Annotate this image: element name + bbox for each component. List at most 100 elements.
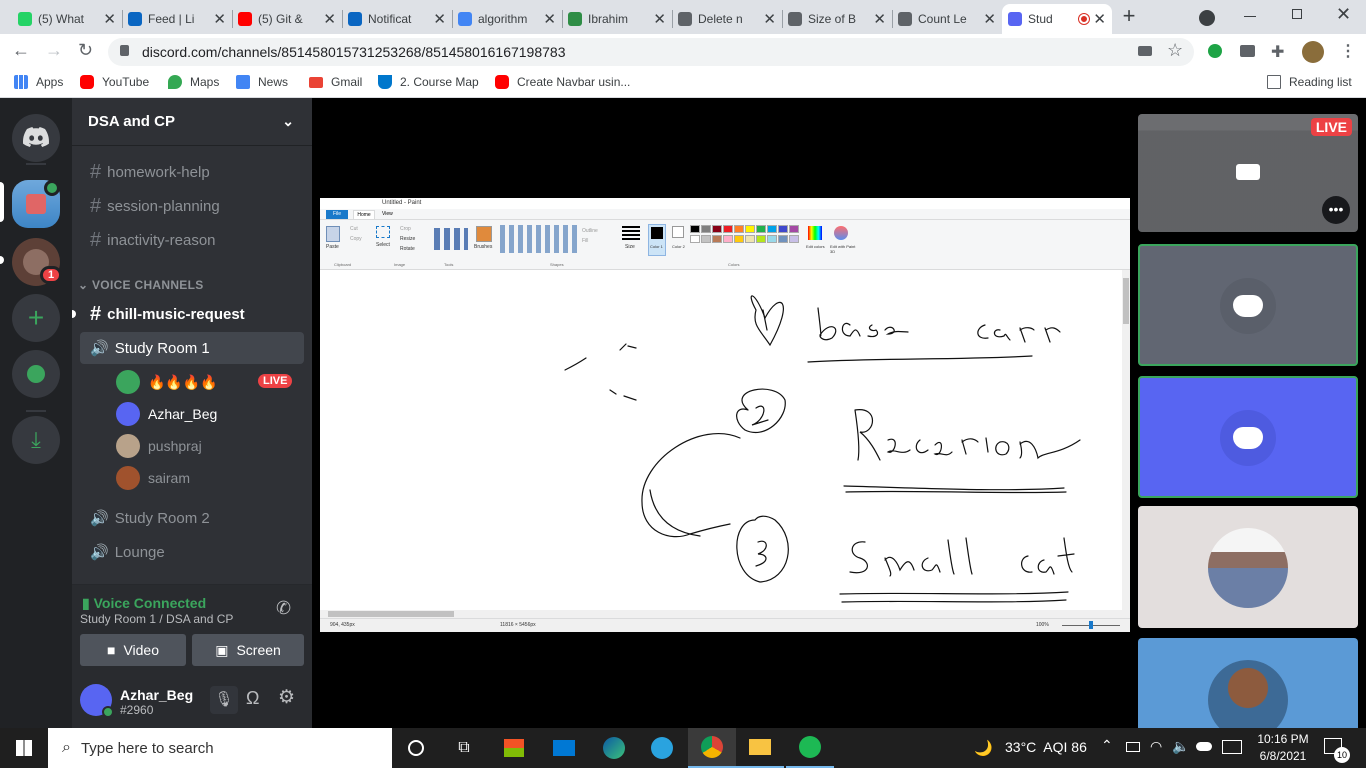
palette-swatch[interactable] bbox=[701, 225, 711, 233]
scroll-thumb[interactable] bbox=[328, 611, 454, 617]
tile-participant-discord-1[interactable] bbox=[1138, 244, 1358, 366]
reload-icon[interactable]: ↻ bbox=[78, 40, 93, 61]
size-icon[interactable] bbox=[622, 226, 640, 240]
edge-app[interactable] bbox=[590, 728, 638, 768]
browser-tab[interactable]: (5) What ✕ bbox=[12, 4, 122, 34]
mail-app[interactable] bbox=[540, 728, 588, 768]
palette-swatch[interactable] bbox=[701, 234, 711, 243]
palette-swatch[interactable] bbox=[690, 234, 700, 243]
cortana-button[interactable] bbox=[392, 728, 440, 768]
paint-file-tab[interactable]: File bbox=[326, 210, 348, 219]
close-tab-icon[interactable]: ✕ bbox=[653, 10, 666, 28]
restore-icon[interactable] bbox=[1292, 9, 1302, 19]
clock-time[interactable]: 10:16 PM bbox=[1252, 732, 1314, 746]
palette-swatch[interactable] bbox=[778, 225, 788, 233]
tile-stream-preview[interactable]: LIVE ••• bbox=[1138, 114, 1358, 232]
channel-homework-help[interactable]: # homework-help bbox=[80, 156, 304, 188]
telegram-app[interactable] bbox=[638, 728, 686, 768]
resize-label[interactable]: Resize bbox=[400, 236, 415, 242]
paste-icon[interactable] bbox=[326, 226, 340, 242]
tile-participant-pushpraj[interactable] bbox=[1138, 506, 1358, 628]
close-tab-icon[interactable]: ✕ bbox=[873, 10, 886, 28]
tab-search-icon[interactable] bbox=[1199, 10, 1215, 26]
browser-tab[interactable]: Feed | Li ✕ bbox=[122, 4, 232, 34]
tray-chevron-up-icon[interactable]: ⌃ bbox=[1101, 737, 1113, 754]
close-tab-icon[interactable]: ✕ bbox=[213, 10, 226, 28]
browser-tab[interactable]: Stud ✕ bbox=[1002, 4, 1112, 34]
disconnect-icon[interactable]: ✆ bbox=[276, 598, 291, 619]
browser-tab[interactable]: (5) Git & ✕ bbox=[232, 4, 342, 34]
paint-canvas[interactable] bbox=[320, 270, 1122, 610]
discord-home-button[interactable] bbox=[12, 114, 60, 162]
forward-icon[interactable]: → bbox=[45, 40, 63, 61]
voice-channel-study-room-1[interactable]: 🔊 Study Room 1 bbox=[80, 332, 304, 364]
download-apps-button[interactable]: ⤓ bbox=[12, 416, 60, 464]
voice-user-fire[interactable]: 🔥🔥🔥🔥 bbox=[116, 369, 218, 395]
settings-gear-icon[interactable]: ⚙ bbox=[278, 686, 295, 709]
onedrive-icon[interactable] bbox=[1196, 742, 1212, 751]
paint3d-icon[interactable] bbox=[834, 226, 848, 240]
copy-label[interactable]: Copy bbox=[350, 236, 362, 242]
zoom-slider-thumb[interactable] bbox=[1089, 621, 1093, 629]
voice-channel-study-room-2[interactable]: 🔊 Study Room 2 bbox=[80, 502, 304, 534]
close-tab-icon[interactable]: ✕ bbox=[543, 10, 556, 28]
palette-swatch[interactable] bbox=[745, 225, 755, 233]
fill-label[interactable]: Fill bbox=[582, 238, 588, 244]
color2-swatch[interactable] bbox=[672, 226, 684, 238]
close-tab-icon[interactable]: ✕ bbox=[323, 10, 336, 28]
palette-swatch[interactable] bbox=[756, 234, 766, 243]
close-tab-icon[interactable]: ✕ bbox=[433, 10, 446, 28]
select-icon[interactable] bbox=[376, 226, 390, 238]
channel-session-planning[interactable]: # session-planning bbox=[80, 190, 304, 222]
paint-home-tab[interactable]: Home bbox=[353, 210, 375, 220]
screenshot-icon[interactable] bbox=[1240, 45, 1255, 57]
palette-swatch[interactable] bbox=[756, 225, 766, 233]
volume-icon[interactable]: 🔈 bbox=[1172, 738, 1189, 755]
extensions-icon[interactable]: ✚ bbox=[1271, 42, 1284, 62]
browser-tab[interactable]: Ibrahim ✕ bbox=[562, 4, 672, 34]
server-header[interactable]: DSA and CP ⌄ bbox=[72, 98, 312, 146]
add-server-button[interactable]: + bbox=[12, 294, 60, 342]
voice-channel-lounge[interactable]: 🔊 Lounge bbox=[80, 536, 304, 568]
camera-icon[interactable] bbox=[1138, 46, 1152, 56]
minimize-icon[interactable] bbox=[1244, 16, 1256, 17]
video-button[interactable]: ■ Video bbox=[80, 634, 186, 666]
new-tab-button[interactable]: + bbox=[1118, 5, 1140, 28]
browser-tab[interactable]: Notificat ✕ bbox=[342, 4, 452, 34]
explore-servers-button[interactable] bbox=[12, 350, 60, 398]
profile-avatar[interactable] bbox=[1302, 41, 1324, 63]
star-icon[interactable]: ☆ bbox=[1167, 40, 1183, 61]
screen-share-button[interactable]: ▣ Screen bbox=[192, 634, 304, 666]
voice-user-sairam[interactable]: sairam bbox=[116, 465, 190, 491]
close-window-icon[interactable]: ✕ bbox=[1336, 4, 1351, 25]
palette-swatch[interactable] bbox=[734, 234, 744, 243]
vertical-scrollbar[interactable] bbox=[1122, 270, 1130, 610]
tools-icons[interactable] bbox=[434, 228, 468, 250]
palette-swatch[interactable] bbox=[745, 234, 755, 243]
back-icon[interactable]: ← bbox=[12, 40, 30, 61]
wifi-icon[interactable]: ◠ bbox=[1150, 738, 1162, 755]
bookmark-news[interactable]: News bbox=[236, 75, 288, 89]
battery-icon[interactable] bbox=[1126, 742, 1140, 752]
outline-label[interactable]: Outline bbox=[582, 228, 598, 234]
palette-swatch[interactable] bbox=[767, 225, 777, 233]
extension-green-icon[interactable] bbox=[1208, 44, 1222, 58]
keyboard-icon[interactable] bbox=[1222, 740, 1242, 754]
chrome-menu-icon[interactable]: ⋮ bbox=[1340, 41, 1356, 61]
palette-swatch[interactable] bbox=[767, 234, 777, 243]
channel-chill-music-request[interactable]: # chill-music-request bbox=[80, 298, 304, 330]
scroll-thumb[interactable] bbox=[1123, 278, 1129, 324]
palette-swatch[interactable] bbox=[712, 234, 722, 243]
tile-participant-discord-2[interactable] bbox=[1138, 376, 1358, 498]
browser-tab[interactable]: Count Le ✕ bbox=[892, 4, 1002, 34]
bookmark-gmail[interactable]: Gmail bbox=[309, 75, 362, 89]
paint-view-tab[interactable]: View bbox=[382, 211, 393, 217]
palette-swatch[interactable] bbox=[778, 234, 788, 243]
palette-swatch[interactable] bbox=[690, 225, 700, 233]
browser-tab[interactable]: Delete n ✕ bbox=[672, 4, 782, 34]
close-tab-icon[interactable]: ✕ bbox=[103, 10, 116, 28]
color1-button[interactable] bbox=[648, 224, 666, 256]
microphone-icon[interactable]: 🎙 bbox=[210, 686, 238, 714]
clock-date[interactable]: 6/8/2021 bbox=[1252, 749, 1314, 763]
reading-list[interactable]: Reading list bbox=[1267, 75, 1352, 89]
